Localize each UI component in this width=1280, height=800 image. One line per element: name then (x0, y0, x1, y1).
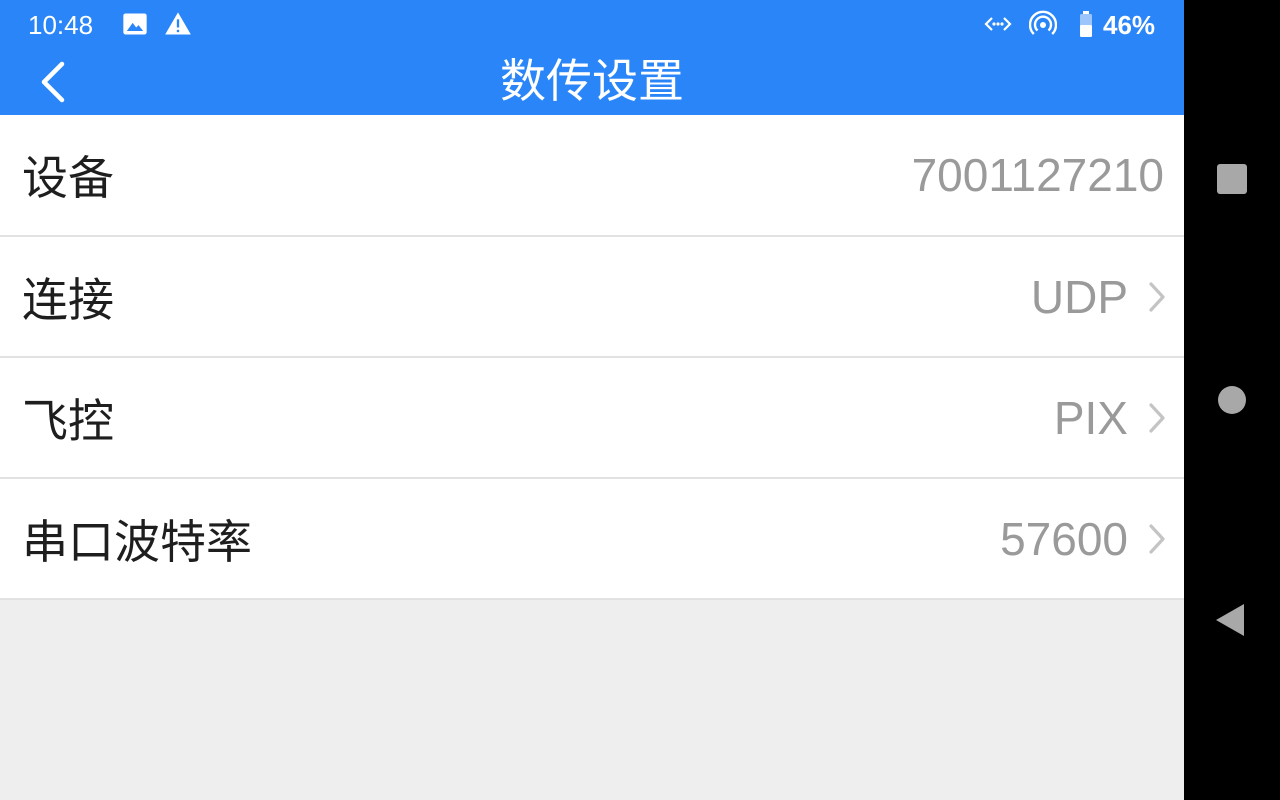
battery-icon (1080, 11, 1092, 37)
chevron-right-icon (1149, 523, 1165, 554)
row-label: 串口波特率 (22, 514, 252, 569)
page-title: 数传设置 (500, 54, 684, 108)
row-value: 57600 (1000, 512, 1128, 565)
app-bar: 10:48 46% 数传设置 (0, 0, 1184, 115)
data-sync-icon (984, 17, 1012, 31)
system-nav-bar (1184, 0, 1280, 800)
settings-row-device: 设备 7001127210 (0, 115, 1184, 237)
settings-row-baud-rate[interactable]: 串口波特率 57600 (0, 479, 1184, 600)
row-value: UDP (1030, 270, 1128, 323)
settings-row-flight-controller[interactable]: 飞控 PIX (0, 358, 1184, 479)
row-label: 飞控 (22, 393, 114, 448)
recents-button[interactable] (1212, 159, 1252, 199)
chevron-right-icon (1149, 281, 1165, 312)
row-label: 连接 (22, 272, 114, 327)
battery-percent: 46% (1103, 10, 1156, 40)
row-label: 设备 (22, 151, 114, 205)
status-time: 10:48 (28, 10, 94, 40)
home-button[interactable] (1212, 380, 1252, 420)
hotspot-icon (1029, 10, 1057, 35)
image-icon (123, 13, 147, 35)
row-value: 7001127210 (911, 149, 1164, 201)
settings-list: 设备 7001127210 连接 UDP 飞控 PIX 串口波特率 57600 (0, 115, 1184, 600)
row-value: PIX (1053, 391, 1128, 444)
chevron-right-icon (1149, 402, 1165, 433)
app-screen: 10:48 46% 数传设置 设备 7001127210 连接 UDP 飞控 P… (0, 0, 1184, 800)
settings-row-connection[interactable]: 连接 UDP (0, 237, 1184, 358)
warning-icon (165, 12, 191, 35)
back-button[interactable] (1212, 600, 1252, 640)
